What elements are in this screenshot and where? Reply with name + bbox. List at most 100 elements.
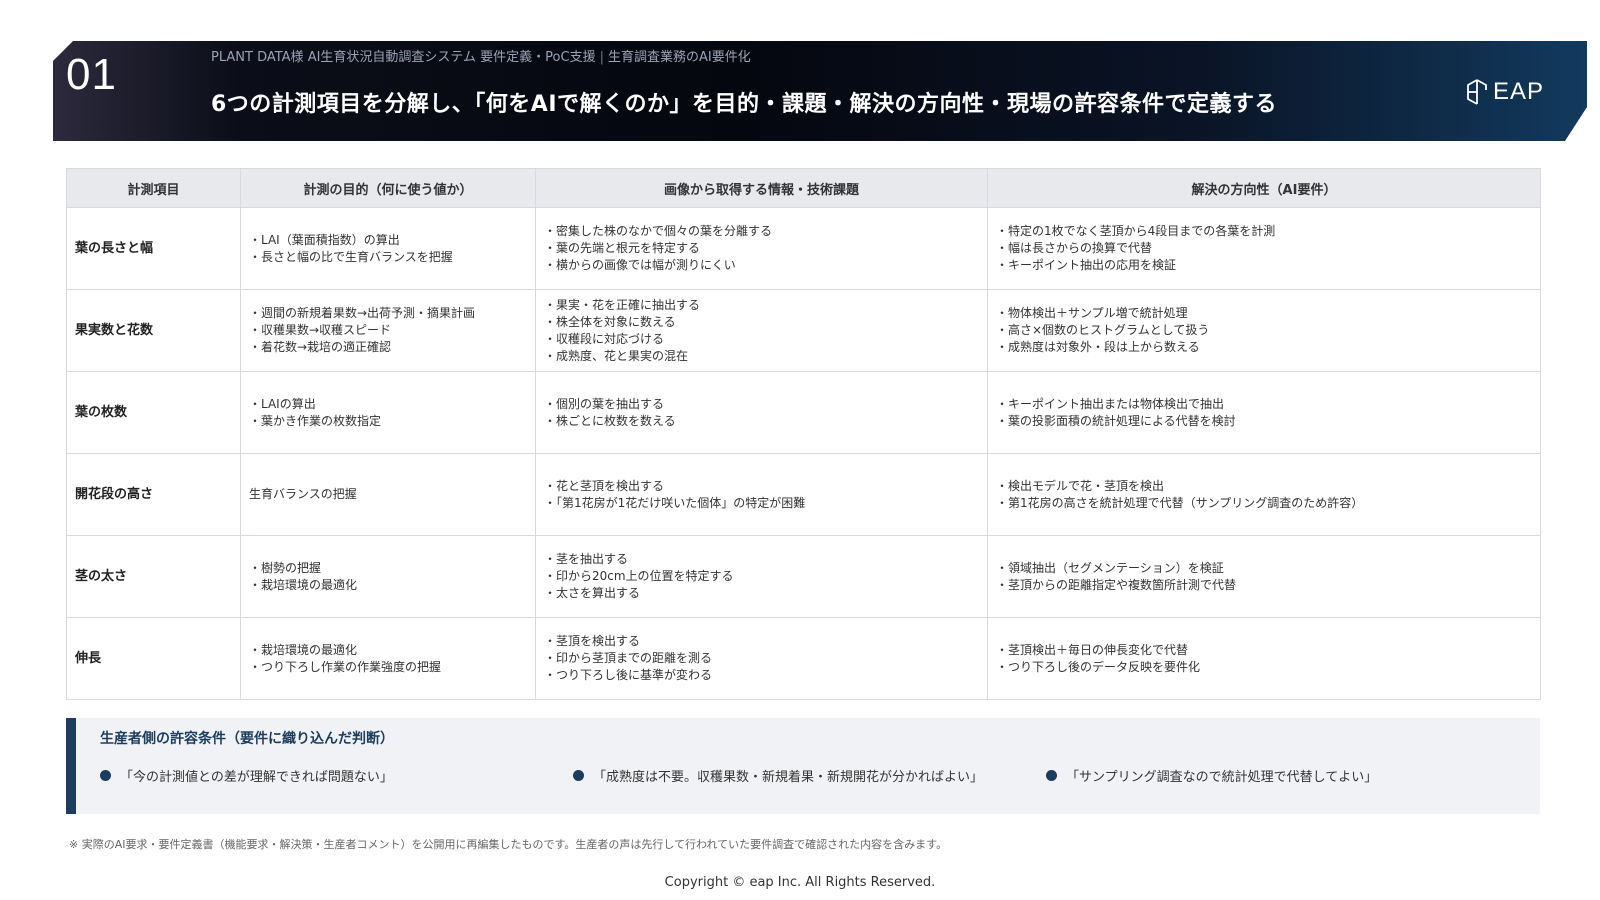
page-title: 6つの計測項目を分解し、「何をAIで解くのか」を目的・課題・解決の方向性・現場の…	[211, 92, 1278, 117]
cell-line: ・葉の先端と根元を特定する	[544, 241, 701, 255]
breadcrumb-section: 生育調査業務のAI要件化	[607, 50, 751, 65]
cell-line: ・高さ×個数のヒストグラムとして扱う	[996, 323, 1210, 337]
table-row: 茎の太さ ・樹勢の把握 ・栽培環境の最適化 ・茎を抽出する ・印から20cm上の位置を特…	[66, 535, 1541, 618]
table-row: 葉の枚数 ・LAIの算出 ・葉かき作業の枚数指定 ・個別の葉を抽出する ・株ごとに枚数を…	[66, 371, 1541, 454]
cell-line: ・「第1花房が1花だけ咲いた個体」の特定が困難	[544, 495, 806, 510]
breadcrumb: PLANT DATA様 AI生育状況自動調査システム 要件定義・PoC支援 | 生育…	[211, 46, 751, 65]
cell-line: ・果実・花を正確に抽出する	[544, 297, 701, 312]
table-header-row: 計測項目 計測の目的（何に使う値か） 画像から取得する情報・技術課題 解決の方向…	[66, 168, 1541, 208]
challenges-cell: ・茎頂を検出する・印から茎頂までの距離を測る ・つり下ろし後に基準が変わる	[535, 617, 988, 700]
logo-text: EAP	[1493, 78, 1545, 105]
purpose-cell: ・樹勢の把握・栽培環境の最適化	[240, 535, 536, 618]
copyright: Copyright © eap Inc. All Rights Reserved…	[664, 875, 936, 890]
cell-line: ・検出モデルで花・茎頂を検出	[996, 478, 1165, 493]
cell-line: ・成熟度、花と果実の混在	[544, 348, 689, 363]
solution-cell: ・検出モデルで花・茎頂を検出・第1花房の高さを統計処理で代替（サンプリング調査の…	[987, 453, 1541, 536]
cell-line: ・栽培環境の最適化	[249, 577, 358, 592]
cell-line: ・特定の1枚でなく茎頂から4段目までの各葉を計測	[996, 224, 1276, 238]
bullet-dot-icon	[100, 770, 111, 781]
cell-line: ・LAI（葉面積指数）の算出	[249, 232, 400, 247]
cell-line: ・印から茎頂までの距離を測る	[544, 651, 713, 665]
cell-line: ・栽培環境の最適化	[249, 642, 358, 657]
cell-line: ・個別の葉を抽出する	[544, 396, 665, 411]
cell-line: ・成熟度は対象外・段は上から数える	[996, 340, 1200, 354]
cell-line: ・茎を抽出する	[544, 552, 629, 566]
eap-logo: EAP	[1465, 78, 1544, 106]
breadcrumb-separator: |	[599, 50, 604, 65]
solution-cell: ・茎頂検出＋毎日の伸長変化で代替 ・つり下ろし後のデータ反映を要件化	[987, 617, 1541, 700]
cell-line: ・収穫段に対応づける	[544, 331, 665, 346]
cell-line: ・幅は長さからの換算で代替	[996, 241, 1153, 255]
item-cell: 葉の枚数	[66, 371, 241, 454]
cell-line: ・茎頂検出＋毎日の伸長変化で代替	[996, 642, 1189, 657]
purpose-cell: ・栽培環境の最適化・つり下ろし作業の作業強度の把握	[240, 617, 536, 700]
cell-line: ・収穫果数→収穫スピード	[249, 323, 392, 337]
table-row: 葉の長さと幅 ・LAI（葉面積指数）の算出 ・長さと幅の比で生育バランスを把握 ・密集…	[66, 207, 1541, 290]
challenges-cell: ・茎を抽出する・印から20cm上の位置を特定する ・太さを算出する	[535, 535, 988, 618]
cell-line: ・花と茎頂を検出する	[544, 478, 665, 493]
column-header: 解決の方向性（AI要件）	[987, 168, 1541, 208]
item-cell: 果実数と花数	[66, 289, 241, 372]
challenges-cell: ・花と茎頂を検出する・「第1花房が1花だけ咲いた個体」の特定が困難	[535, 453, 988, 536]
cell-line: ・印から20cm上の位置を特定する	[544, 569, 734, 583]
bullet-dot-icon	[1046, 770, 1057, 781]
item-cell: 開花段の高さ	[66, 453, 241, 536]
cell-line: ・横からの画像では幅が測りにくい	[544, 258, 736, 272]
breadcrumb-project: PLANT DATA様 AI生育状況自動調査システム 要件定義・PoC支援	[211, 50, 596, 65]
table-row: 果実数と花数 ・週間の新規着果数→出荷予測・摘果計画 ・収穫果数→収穫スピード ・着花…	[66, 289, 1541, 372]
solution-cell: ・領域抽出（セグメンテーション）を検証 ・茎頂からの距離指定や複数箇所計測で代替	[987, 535, 1541, 618]
cell-line: ・キーポイント抽出の応用を検証	[996, 258, 1177, 272]
acceptance-conditions-panel: 生産者側の許容条件（要件に織り込んだ判断） 「今の計測値との差が理解できれば問題…	[66, 718, 1540, 814]
cell-line: ・LAIの算出	[249, 396, 316, 411]
condition-text: 「成熟度は不要。収穫果数・新規着果・新規開花が分かればよい」	[593, 770, 984, 785]
slide-number: 01	[66, 50, 117, 99]
conditions-title: 生産者側の許容条件（要件に織り込んだ判断）	[100, 731, 394, 747]
challenges-cell: ・密集した株のなかで個々の葉を分離する ・葉の先端と根元を特定する・横からの画像で…	[535, 207, 988, 290]
cell-line: 生育バランスの把握	[249, 487, 357, 501]
item-cell: 葉の長さと幅	[66, 207, 241, 290]
condition-text: 「サンプリング調査なので統計処理で代替してよい」	[1066, 770, 1378, 785]
cell-line: ・物体検出＋サンプル増で統計処理	[996, 306, 1188, 320]
cell-line: ・キーポイント抽出または物体検出で抽出	[996, 396, 1225, 411]
column-header: 計測項目	[66, 168, 241, 208]
cell-line: ・葉の投影面積の統計処理による代替を検討	[996, 413, 1236, 428]
table-row: 伸長 ・栽培環境の最適化 ・つり下ろし作業の作業強度の把握 ・茎頂を検出する ・印から茎…	[66, 617, 1541, 700]
cell-line: ・葉かき作業の枚数指定	[249, 413, 382, 428]
purpose-cell: ・LAI（葉面積指数）の算出・長さと幅の比で生育バランスを把握	[240, 207, 536, 290]
cell-line: ・着花数→栽培の適正確認	[249, 340, 392, 354]
condition-text: 「今の計測値との差が理解できれば問題ない」	[120, 770, 393, 785]
cell-line: ・茎頂を検出する	[544, 634, 641, 648]
condition-item: 「サンプリング調査なので統計処理で代替してよい」	[1046, 766, 1377, 785]
cell-line: ・株ごとに枚数を数える	[544, 413, 676, 428]
cell-line: ・つり下ろし作業の作業強度の把握	[249, 659, 442, 674]
cell-line: ・つり下ろし後のデータ反映を要件化	[996, 659, 1201, 674]
solution-cell: ・物体検出＋サンプル増で統計処理・高さ×個数のヒストグラムとして扱う ・成熟度は対…	[987, 289, 1541, 372]
bullet-dot-icon	[573, 770, 584, 781]
cell-line: ・領域抽出（セグメンテーション）を検証	[996, 560, 1224, 575]
challenges-cell: ・個別の葉を抽出する ・株ごとに枚数を数える	[535, 371, 988, 454]
cell-line: ・週間の新規着果数→出荷予測・摘果計画	[249, 306, 476, 320]
eap-mark-icon	[1467, 79, 1487, 105]
item-cell: 伸長	[66, 617, 241, 700]
cell-line: ・太さを算出する	[544, 586, 641, 600]
cell-line: ・密集した株のなかで個々の葉を分離する	[544, 224, 773, 238]
cell-line: ・茎頂からの距離指定や複数箇所計測で代替	[996, 577, 1237, 592]
cell-line: ・つり下ろし後に基準が変わる	[544, 668, 713, 682]
cell-line: ・第1花房の高さを統計処理で代替（サンプリング調査のため許容）	[996, 495, 1364, 510]
cell-line: ・株全体を対象に数える	[544, 314, 676, 329]
condition-item: 「今の計測値との差が理解できれば問題ない」	[100, 766, 393, 785]
cell-line: ・樹勢の把握	[249, 560, 322, 575]
column-header: 計測の目的（何に使う値か）	[240, 168, 536, 208]
item-cell: 茎の太さ	[66, 535, 241, 618]
footnote: ※ 実際のAI要求・要件定義書（機能要求・解決策・生産者コメント）を公開用に再編…	[69, 838, 948, 851]
condition-item: 「成熟度は不要。収穫果数・新規着果・新規開花が分かればよい」	[573, 766, 983, 785]
table-row: 開花段の高さ 生育バランスの把握 ・花と茎頂を検出する・「第1花房が1花だけ咲いた個…	[66, 453, 1541, 536]
cell-line: ・長さと幅の比で生育バランスを把握	[249, 249, 453, 264]
purpose-cell: ・週間の新規着果数→出荷予測・摘果計画 ・収穫果数→収穫スピード ・着花数→栽培の適…	[240, 289, 536, 372]
column-header: 画像から取得する情報・技術課題	[535, 168, 988, 208]
purpose-cell: ・LAIの算出・葉かき作業の枚数指定	[240, 371, 536, 454]
purpose-cell: 生育バランスの把握	[240, 453, 536, 536]
solution-cell: ・特定の1枚でなく茎頂から4段目までの各葉を計測 ・幅は長さからの換算で代替・キー…	[987, 207, 1541, 290]
solution-cell: ・キーポイント抽出または物体検出で抽出 ・葉の投影面積の統計処理による代替を検討	[987, 371, 1541, 454]
challenges-cell: ・果実・花を正確に抽出する ・株全体を対象に数える ・収穫段に対応づける・成熟度、花…	[535, 289, 988, 372]
